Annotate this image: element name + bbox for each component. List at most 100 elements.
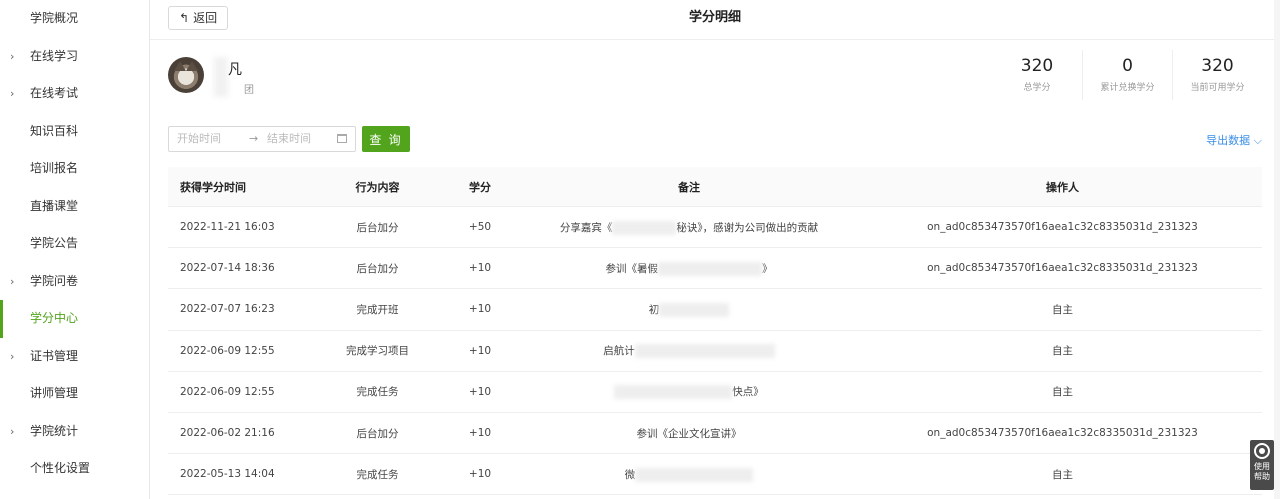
cell-time: 2022-06-02 21:16 — [180, 427, 275, 440]
sidebar-item-label: 学院问卷 — [30, 273, 79, 288]
stat-label: 累计兑换学分 — [1100, 83, 1155, 93]
cell-credit: +10 — [468, 262, 492, 275]
cell-action: 后台加分 — [356, 221, 399, 234]
cell-credit: +10 — [468, 303, 492, 316]
note-text: 》 — [762, 262, 773, 275]
sidebar-item-label: 证书管理 — [30, 348, 79, 363]
chevron-down-icon: ⌵ — [1250, 134, 1262, 147]
export-label: 导出数据 — [1206, 134, 1251, 147]
sidebar-item-label: 在线学习 — [30, 48, 79, 63]
sidebar-item-label: 讲师管理 — [30, 386, 79, 400]
chevron-right-icon: › — [10, 349, 15, 363]
stat-total-credits: 320 总学分 — [992, 50, 1082, 100]
table-header: 获得学分时间 行为内容 学分 备注 操作人 — [168, 167, 1262, 207]
app-root: 学院概况 › 在线学习 › 在线考试 知识百科 培训报名 直播课堂 学院公告 › 学院… — [0, 0, 1280, 499]
table-row: 2022-06-09 12:55 完成学习项目 +10 启航计 自主 — [168, 331, 1262, 372]
cell-credit: +50 — [468, 221, 492, 234]
query-button[interactable]: 查 询 — [362, 126, 410, 152]
chevron-right-icon: › — [10, 424, 15, 438]
cell-operator: 自主 — [1052, 303, 1073, 316]
redacted-mask — [635, 467, 754, 482]
main-content: ↰ 返回 学分明细 凡 团 320 总学分 0 累计兑换学分 320 当前可用学分 — [150, 0, 1280, 499]
export-data-link[interactable]: 导出数据 ⌵ — [1206, 132, 1262, 148]
table-row: 2022-07-14 18:36 后台加分 +10 参训《暑假 》 on_ad0c… — [168, 248, 1262, 290]
sidebar-item-survey[interactable]: › 学院问卷 — [0, 263, 149, 301]
help-label-line2: 帮助 — [1254, 472, 1270, 481]
note-text: 初 — [648, 303, 660, 316]
redacted-mask — [659, 302, 730, 317]
headset-icon — [1254, 443, 1270, 459]
cell-operator: 自主 — [1052, 468, 1073, 481]
sidebar-item-credit-center[interactable]: 学分中心 — [0, 300, 149, 338]
sidebar-item-lecturers[interactable]: 讲师管理 — [0, 375, 149, 413]
column-header: 操作人 — [1046, 180, 1079, 194]
table-row: 2022-06-02 21:16 后台加分 +10 参训《企业文化宣讲》 on_… — [168, 413, 1262, 455]
cell-note: 分享嘉宾《 秘诀》，感谢为公司做出的贡献 — [515, 220, 863, 235]
help-widget[interactable]: 使用 帮助 — [1250, 440, 1274, 490]
column-header: 获得学分时间 — [180, 180, 246, 194]
cell-time: 2022-06-09 12:55 — [180, 344, 275, 357]
stat-available-credits: 320 当前可用学分 — [1172, 50, 1262, 100]
cell-note: 初 — [515, 302, 863, 317]
sidebar-item-label: 学院统计 — [30, 423, 79, 438]
sidebar-item-overview[interactable]: 学院概况 — [0, 0, 149, 38]
cell-action: 完成任务 — [356, 468, 399, 481]
cell-note: 启航计 — [515, 343, 863, 359]
credit-table: 获得学分时间 行为内容 学分 备注 操作人 2022-11-21 16:03 后… — [168, 167, 1262, 496]
sidebar-item-online-exam[interactable]: › 在线考试 — [0, 75, 149, 113]
chevron-right-icon: › — [10, 274, 15, 288]
table-row: 2022-05-13 14:04 完成任务 +10 微 自主 — [168, 454, 1262, 496]
sidebar-item-live[interactable]: 直播课堂 — [0, 188, 149, 226]
sidebar-item-certificates[interactable]: › 证书管理 — [0, 338, 149, 376]
avatar — [168, 57, 204, 93]
cell-note: 微 — [515, 467, 863, 482]
sidebar-item-label: 学分中心 — [30, 311, 79, 325]
cell-time: 2022-07-07 16:23 — [180, 303, 275, 316]
end-date-input[interactable]: 结束时间 — [267, 127, 311, 151]
note-text: 秘诀》，感谢为公司做出的贡献 — [676, 221, 819, 234]
stat-value: 0 — [1122, 56, 1133, 76]
sidebar-item-personalization[interactable]: 个性化设置 — [0, 450, 149, 488]
cell-credit: +10 — [468, 385, 492, 398]
stat-redeemed-credits: 0 累计兑换学分 — [1082, 50, 1172, 100]
note-text: 分享嘉宾《 — [559, 221, 613, 234]
sidebar-item-training-signup[interactable]: 培训报名 — [0, 150, 149, 188]
date-range-picker[interactable]: 开始时间 → 结束时间 — [168, 126, 356, 152]
scrollbar[interactable] — [1274, 0, 1280, 499]
redacted-mask — [658, 261, 762, 276]
sidebar-item-label: 直播课堂 — [30, 198, 79, 213]
sidebar-item-online-learning[interactable]: › 在线学习 — [0, 38, 149, 76]
column-header: 备注 — [678, 180, 700, 194]
note-text: 参训《暑假 — [605, 262, 659, 275]
page-title: 学分明细 — [688, 10, 741, 25]
sidebar: 学院概况 › 在线学习 › 在线考试 知识百科 培训报名 直播课堂 学院公告 › 学院… — [0, 0, 150, 499]
chevron-right-icon: › — [10, 87, 15, 100]
sidebar-item-label: 学院概况 — [30, 11, 79, 25]
note-text: 启航计 — [603, 345, 635, 358]
sidebar-item-label: 学院公告 — [30, 236, 79, 250]
arrow-right-icon: → — [249, 132, 259, 145]
redacted-mask — [634, 344, 775, 359]
cell-operator: 自主 — [1052, 345, 1073, 358]
calendar-icon — [337, 134, 347, 143]
cell-time: 2022-07-14 18:36 — [180, 262, 275, 275]
cell-operator: on_ad0c853473570f16aea1c32c8335031d_2313… — [927, 427, 1198, 440]
top-bar: ↰ 返回 学分明细 — [150, 0, 1280, 40]
cell-action: 完成开班 — [356, 303, 399, 316]
sidebar-item-wiki[interactable]: 知识百科 — [0, 113, 149, 151]
note-text: 快点》 — [732, 386, 764, 399]
cell-note: 快点》 — [515, 384, 863, 400]
sidebar-item-announcement[interactable]: 学院公告 — [0, 225, 149, 263]
sidebar-item-label: 个性化设置 — [30, 461, 91, 475]
start-date-input[interactable]: 开始时间 — [177, 127, 221, 151]
cell-operator: on_ad0c853473570f16aea1c32c8335031d_2313… — [927, 262, 1198, 275]
cell-time: 2022-05-13 14:04 — [180, 468, 275, 481]
table-row: 2022-07-07 16:23 完成开班 +10 初 自主 — [168, 289, 1262, 331]
sidebar-item-statistics[interactable]: › 学院统计 — [0, 413, 149, 451]
cell-credit: +10 — [468, 344, 492, 357]
user-department: 团 — [244, 85, 254, 96]
sidebar-item-label: 在线考试 — [30, 86, 79, 100]
table-row: 2022-11-21 16:03 后台加分 +50 分享嘉宾《 秘诀》，感谢为公司… — [168, 207, 1262, 249]
redacted-mask — [612, 220, 677, 235]
column-header: 行为内容 — [355, 180, 400, 194]
